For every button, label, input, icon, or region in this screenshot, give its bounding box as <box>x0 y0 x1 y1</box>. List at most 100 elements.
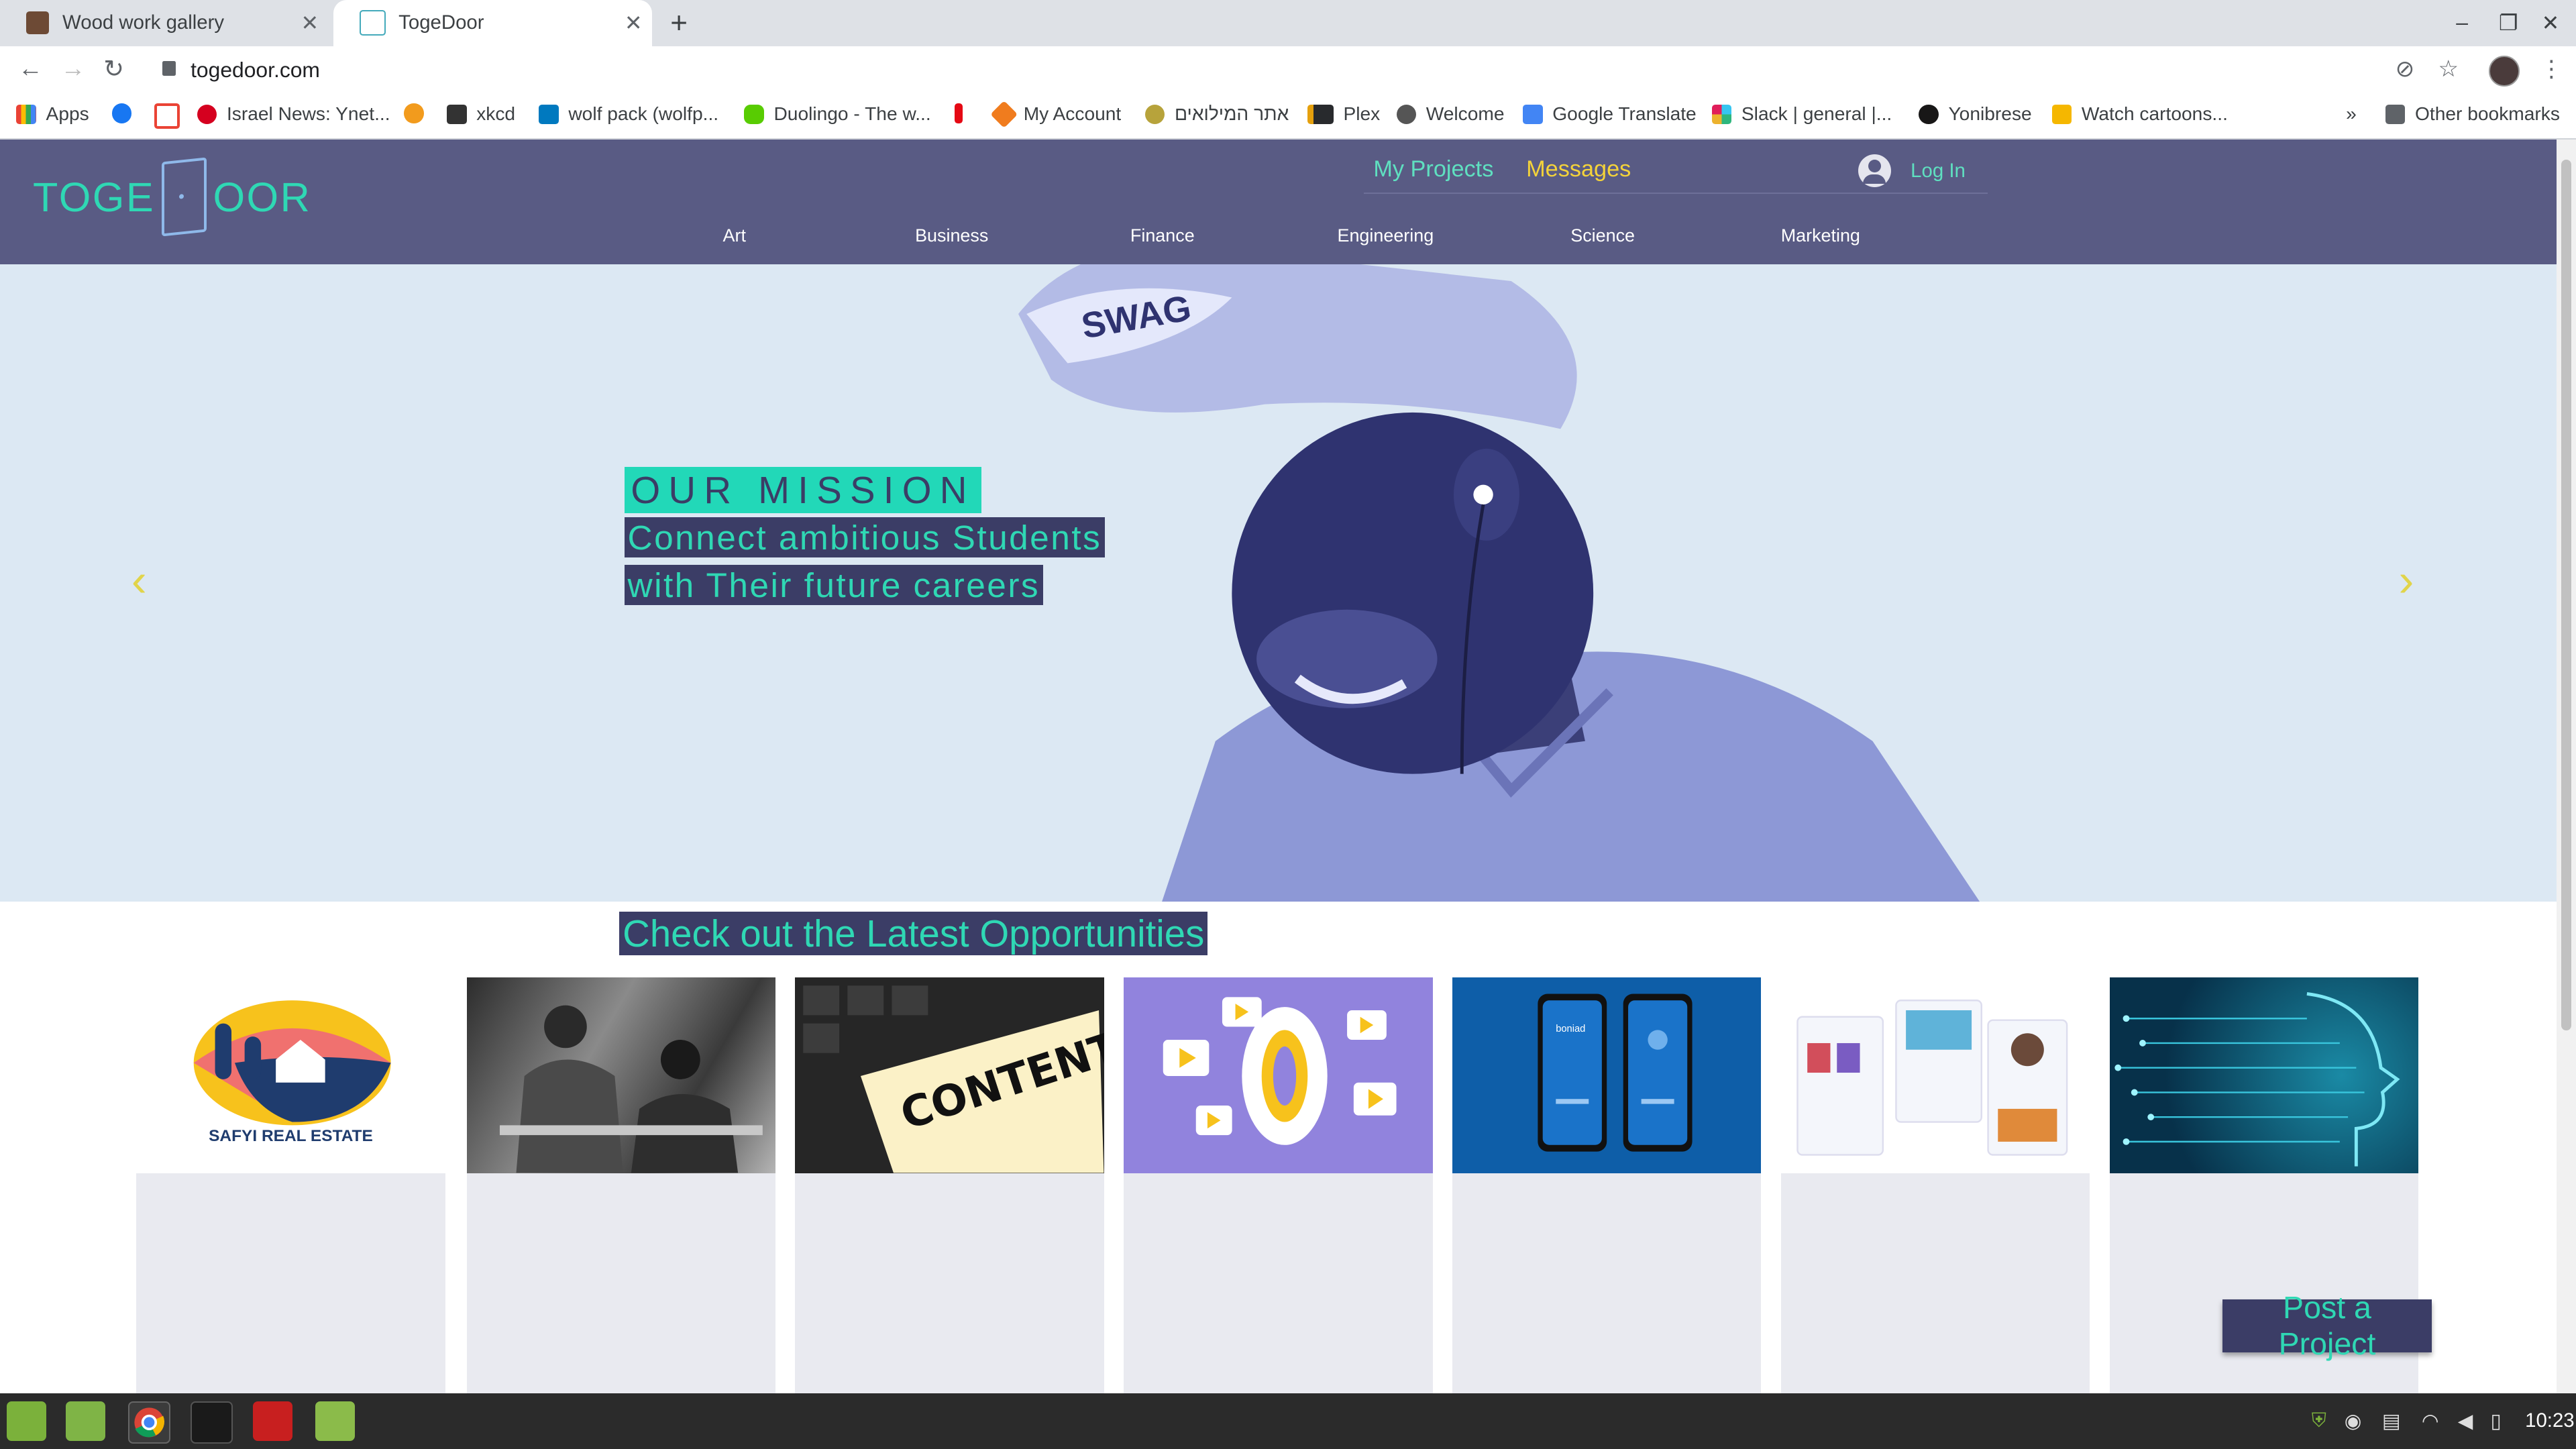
category-art[interactable]: Art <box>723 225 746 246</box>
tab-togedoor[interactable]: TogeDoor ✕ <box>333 0 653 46</box>
bookmark-xkcd[interactable]: xkcd <box>447 103 515 125</box>
terminal-red-icon[interactable] <box>253 1401 292 1441</box>
mission-line-2: with Their future careers <box>624 565 1043 606</box>
my-projects-link[interactable]: My Projects <box>1373 156 1493 182</box>
category-finance[interactable]: Finance <box>1130 225 1195 246</box>
shield-icon[interactable]: ⛨ <box>2312 1409 2326 1432</box>
bookmark-star-icon[interactable]: ☆ <box>2438 56 2459 83</box>
page-scrollbar[interactable] <box>2556 140 2576 1393</box>
address-bar[interactable]: togedoor.com <box>191 58 320 83</box>
bookmark-idf[interactable]: אתר המילואים <box>1144 103 1289 125</box>
app-screens-image <box>1796 1000 2068 1156</box>
bookmark-slack[interactable]: Slack | general |... <box>1711 103 1892 125</box>
apps-grid-icon <box>16 104 36 124</box>
bookmark-welcome[interactable]: Welcome <box>1396 103 1505 125</box>
door-logo-icon <box>161 157 207 237</box>
minimize-icon[interactable]: – <box>2456 10 2468 35</box>
browser-tab-bar: Wood work gallery ✕ TogeDoor ✕ + – ❐ ✕ <box>0 0 2576 46</box>
mission-heading: OUR MISSION <box>624 466 982 514</box>
bookmark-facebook[interactable] <box>111 103 142 123</box>
bookmark-my-account[interactable]: My Account <box>989 100 1121 129</box>
opportunity-card[interactable]: boniad <box>1452 977 1762 1405</box>
opportunity-card[interactable] <box>1124 977 1433 1405</box>
opportunity-card[interactable] <box>466 977 775 1405</box>
nvidia-icon[interactable]: ◉ <box>2345 1409 2362 1433</box>
opportunity-card[interactable] <box>1780 977 2090 1405</box>
slack-icon <box>1711 104 1732 124</box>
workshop-figures-image <box>499 1005 763 1173</box>
bookmark-gmail[interactable] <box>154 103 189 129</box>
bookmark-sun[interactable] <box>404 103 433 123</box>
translate-icon <box>1523 104 1543 124</box>
github-icon <box>1919 104 1939 124</box>
category-engineering[interactable]: Engineering <box>1337 225 1434 246</box>
new-tab-icon[interactable]: + <box>670 7 688 40</box>
banking-app-mockup: boniad <box>1452 977 1762 1173</box>
translate-page-icon[interactable]: ⊘ <box>2396 56 2415 83</box>
circuit-face-image <box>2114 992 2400 1167</box>
logo-text-left: TOGE <box>32 174 156 220</box>
phone-mockup-image <box>1538 994 1693 1152</box>
battery-icon[interactable]: ▯ <box>2491 1409 2502 1433</box>
ynet-icon <box>197 104 217 124</box>
opportunity-card[interactable]: SAFYI REAL ESTATE <box>136 977 445 1405</box>
post-project-button[interactable]: Post a Project <box>2222 1290 2432 1361</box>
files-folder-icon[interactable] <box>315 1401 355 1441</box>
opportunity-card[interactable]: CONTENT <box>795 977 1104 1405</box>
category-business[interactable]: Business <box>915 225 988 246</box>
account-icon <box>989 100 1018 129</box>
site-header: TOGE OOR My Projects Messages Log In Art… <box>0 140 2557 265</box>
profile-avatar[interactable] <box>2489 56 2520 87</box>
system-clock[interactable]: 10:23 <box>2525 1409 2575 1432</box>
browser-toolbar: ← → ↻ togedoor.com ⊘ ☆ ⋮ <box>0 46 2576 96</box>
login-button[interactable]: Log In <box>1858 154 1966 188</box>
tab-title: TogeDoor <box>398 11 484 34</box>
bookmark-wolf-pack[interactable]: wolf pack (wolfp... <box>539 103 718 125</box>
user-avatar-icon <box>1858 154 1891 188</box>
forward-icon[interactable]: → <box>61 54 86 83</box>
nav-divider <box>1363 192 1988 194</box>
wifi-icon[interactable]: ◠ <box>2422 1409 2439 1433</box>
folder-icon <box>2385 104 2406 124</box>
messages-link[interactable]: Messages <box>1526 156 1631 182</box>
bookmark-ynet[interactable]: Israel News: Ynet... <box>197 103 390 125</box>
close-tab-icon[interactable]: ✕ <box>301 10 319 36</box>
bookmark-watch-cartoons[interactable]: Watch cartoons... <box>2051 103 2228 125</box>
keyboard-layout-flag-icon[interactable]: ▤ <box>2382 1409 2401 1433</box>
volume-icon[interactable]: ◀ <box>2458 1409 2473 1433</box>
maximize-icon[interactable]: ❐ <box>2499 10 2518 36</box>
netflix-icon <box>954 103 963 123</box>
close-window-icon[interactable]: ✕ <box>2542 10 2560 36</box>
mint-menu-icon[interactable] <box>6 1401 46 1441</box>
sun-icon <box>404 103 424 123</box>
more-bookmarks-chevron-icon[interactable]: » <box>2346 103 2357 125</box>
card-caption: boniad <box>1556 1023 1586 1034</box>
plex-icon <box>1307 104 1334 124</box>
trello-icon <box>539 104 559 124</box>
opportunities-title: Check out the Latest Opportunities <box>619 912 1208 956</box>
hero-next-arrow-icon[interactable]: › <box>2399 553 2414 606</box>
category-marketing[interactable]: Marketing <box>1781 225 1860 246</box>
show-desktop-icon[interactable] <box>65 1401 105 1441</box>
category-science[interactable]: Science <box>1570 225 1635 246</box>
back-icon[interactable]: ← <box>18 54 43 83</box>
bookmark-google-translate[interactable]: Google Translate <box>1523 103 1697 125</box>
bookmark-apps[interactable]: Apps <box>16 103 89 125</box>
close-tab-icon[interactable]: ✕ <box>625 10 643 36</box>
hero-prev-arrow-icon[interactable]: ‹ <box>131 553 147 606</box>
bookmark-yonibrese[interactable]: Yonibrese <box>1919 103 2032 125</box>
chrome-taskbar-icon[interactable] <box>128 1401 170 1444</box>
xkcd-icon <box>447 104 467 124</box>
bookmark-netflix[interactable] <box>954 103 973 123</box>
social-media-video-illustration <box>1124 977 1433 1173</box>
tab-wood-work-gallery[interactable]: Wood work gallery ✕ <box>0 0 329 46</box>
menu-kebab-icon[interactable]: ⋮ <box>2540 56 2563 83</box>
terminal-icon[interactable] <box>191 1401 233 1444</box>
scrollbar-thumb[interactable] <box>2561 159 2571 1030</box>
bookmark-plex[interactable]: Plex <box>1307 103 1380 125</box>
bookmark-duolingo[interactable]: Duolingo - The w... <box>744 103 931 125</box>
togedoor-logo[interactable]: TOGE OOR <box>32 157 311 237</box>
bookmark-other-bookmarks[interactable]: Other bookmarks <box>2385 103 2560 125</box>
facebook-icon <box>111 103 131 123</box>
reload-icon[interactable]: ↻ <box>103 54 124 83</box>
